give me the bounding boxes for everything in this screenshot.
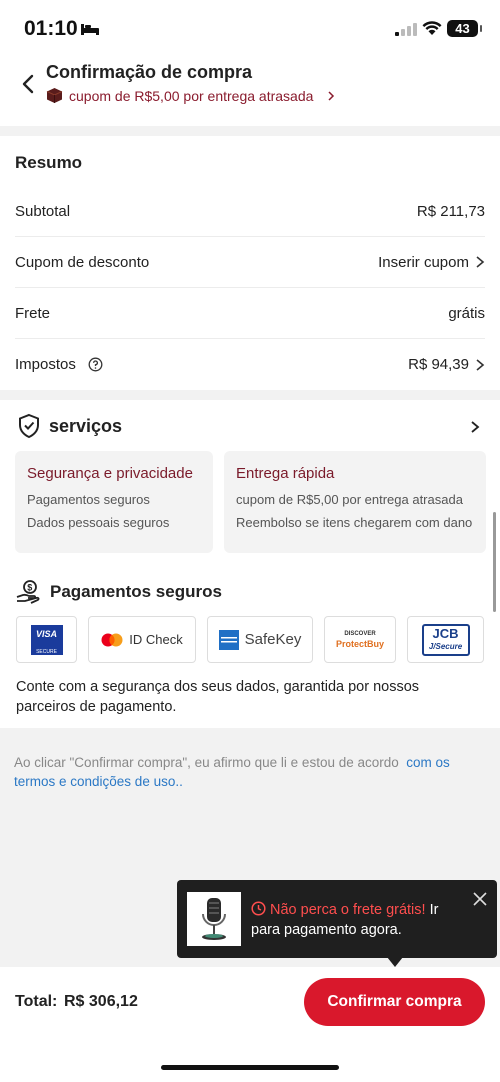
safekey-text: SafeKey [244,631,302,648]
terms-text: Ao clicar "Confirmar compra", eu afirmo … [14,755,399,770]
card-line: Pagamentos seguros [27,492,150,507]
checkout-footer: Total: R$ 306,12 Confirmar compra [0,967,500,1082]
shield-check-icon [19,413,39,439]
visa-logo-text: VISA [35,628,57,639]
row-value: R$ 94,39 [408,356,469,373]
payments-description: Conte com a segurança dos seus dados, ga… [16,679,420,715]
scrollbar-thumb[interactable] [493,512,496,612]
secure-payments-title: Pagamentos seguros [50,582,222,601]
row-value: R$ 211,73 [416,202,485,220]
summary-title: Resumo [15,153,83,172]
services-title: serviços [49,415,123,436]
summary-row-shipping: Frete grátis [15,288,485,339]
terms-notice: Ao clicar "Confirmar compra", eu afirmo … [14,753,484,791]
page-title: Confirmação de compra [46,62,253,82]
visa-secure-text: SECURE [36,648,57,655]
status-time: 01:10 [24,17,78,40]
service-card-fast-delivery[interactable]: Entrega rápida cupom de R$5,00 por entre… [224,451,486,553]
chevron-right-icon[interactable] [470,420,480,434]
svg-text:$: $ [27,582,32,592]
visa-secure-logo: VISA SECURE [16,616,77,663]
info-question-icon[interactable] [88,357,103,372]
toast-highlight: Não perca o frete grátis! [270,902,426,918]
home-indicator [161,1065,339,1070]
toast-message: Não perca o frete grátis! Ir para pagame… [251,900,466,940]
microphone-product-image [187,892,241,946]
jcb-text: JCB [432,625,459,641]
coupon-text: cupom de R$5,00 por entrega atrasada [69,87,314,104]
discover-protectbuy-logo: DISCOVER ProtectBuy [324,616,396,663]
services-header[interactable]: serviços [17,413,122,439]
confirm-purchase-button[interactable]: Confirmar compra [304,978,485,1026]
row-value: grátis [448,304,485,322]
insert-coupon-link[interactable]: Inserir cupom [378,254,469,271]
total-value: R$ 306,12 [64,993,138,1010]
row-label: Cupom de desconto [15,253,150,271]
card-line: cupom de R$5,00 por entrega atrasada [236,492,463,507]
secure-payments-header: $ Pagamentos seguros [16,580,222,604]
protectbuy-text: ProtectBuy [335,638,384,649]
clock-icon [251,901,266,916]
status-bar: 01:10 43 [0,0,500,58]
amex-logo-icon [218,629,239,650]
order-summary: Resumo Subtotal R$ 211,73 Cupom de desco… [0,136,500,390]
summary-row-coupon[interactable]: Cupom de desconto Inserir cupom [15,237,485,288]
close-icon[interactable] [473,892,487,906]
wifi-icon [422,21,442,35]
summary-row-taxes[interactable]: Impostos R$ 94,39 [15,339,485,390]
mastercard-id-check-logo: ID Check [88,616,196,663]
battery-indicator: 43 [447,20,482,37]
sleep-bed-icon [81,24,99,35]
services-section: serviços Segurança e privacidade Pagamen… [0,400,500,728]
card-title: Segurança e privacidade [27,465,193,482]
back-arrow-icon[interactable] [18,72,40,96]
amex-safekey-logo: SafeKey [207,616,313,663]
service-card-security[interactable]: Segurança e privacidade Pagamentos segur… [15,451,213,553]
late-delivery-coupon-link[interactable]: cupom de R$5,00 por entrega atrasada [46,87,337,104]
card-title: Entrega rápida [236,465,335,482]
row-label: Subtotal [15,202,71,220]
product-thumbnail [187,892,241,946]
total-label: Total: [15,993,58,1010]
mastercard-circles-icon [101,633,123,646]
secure-payment-hand-coin-icon: $ [16,580,40,604]
free-shipping-toast[interactable]: Não perca o frete grátis! Ir para pagame… [177,880,497,967]
cellular-signal-icon [395,23,417,36]
package-box-icon [46,88,63,103]
chevron-right-icon [476,358,485,371]
jcb-jsecure-logo: JCB J/Secure [407,616,484,663]
jsecure-text: J/Secure [428,641,463,651]
id-check-text: ID Check [129,632,183,647]
row-label: Frete [15,304,51,322]
chevron-right-icon [476,256,485,268]
row-label: Impostos [15,356,76,373]
card-line: Reembolso se itens chegarem com dano [236,515,473,530]
discover-text: DISCOVER [344,630,376,637]
summary-row-subtotal: Subtotal R$ 211,73 [15,186,485,237]
page-header: Confirmação de compra cupom de R$5,00 po… [0,58,500,126]
card-line: Dados pessoais seguros [27,515,170,530]
chevron-right-icon [328,90,335,101]
